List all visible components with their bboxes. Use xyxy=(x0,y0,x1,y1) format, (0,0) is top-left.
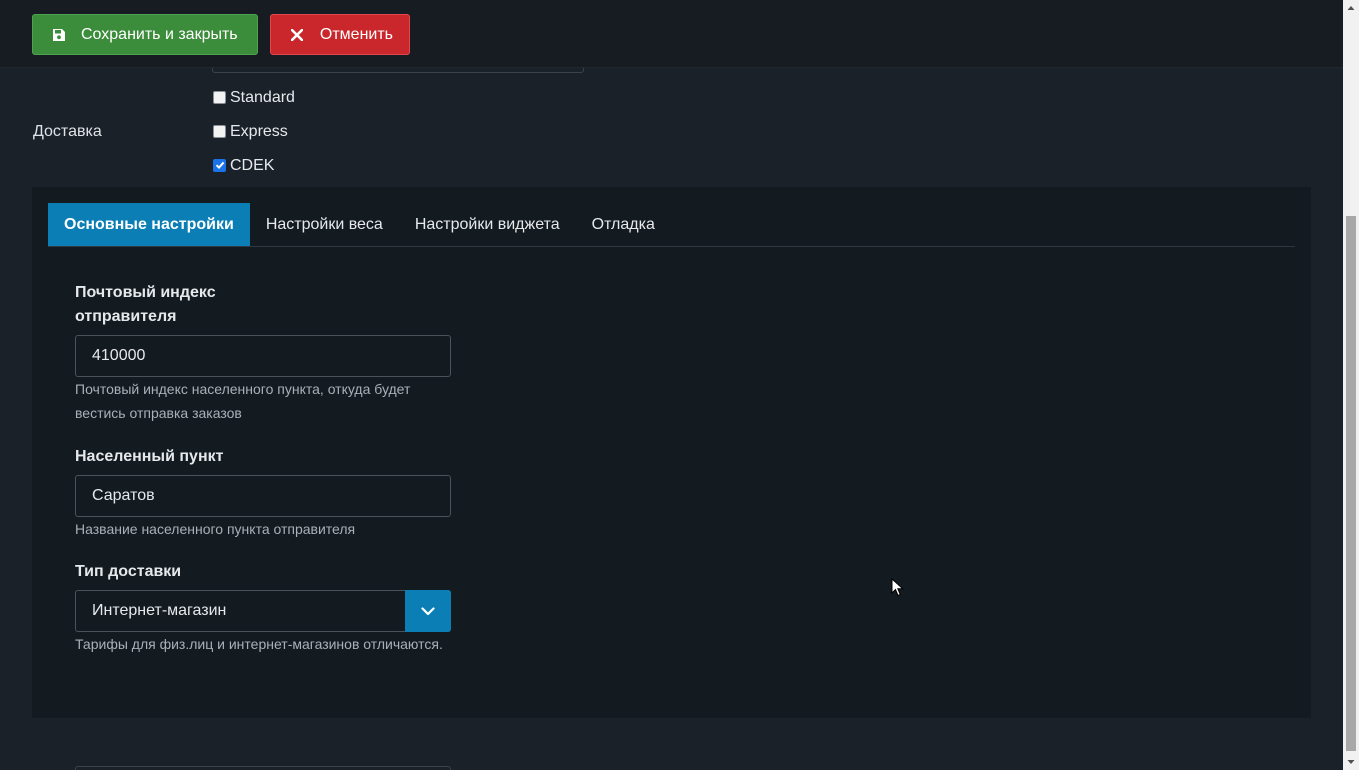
checkbox-standard[interactable] xyxy=(213,90,226,104)
save-icon xyxy=(51,27,67,43)
postcode-label-line1: Почтовый индекс xyxy=(75,284,216,301)
city-label: Населенный пункт xyxy=(75,448,224,465)
delivery-option-label: Standard xyxy=(230,89,295,106)
checkmark-icon xyxy=(215,161,224,170)
tab-debug[interactable]: Отладка xyxy=(576,203,671,246)
dropdown-toggle[interactable] xyxy=(405,590,451,632)
postcode-label-line2: отправителя xyxy=(75,308,177,325)
chevron-down-icon xyxy=(421,606,435,615)
delivery-type-help: Тарифы для физ.лиц и интернет-магазинов … xyxy=(75,636,443,652)
scroll-thumb[interactable] xyxy=(1346,216,1356,751)
delivery-type-select[interactable]: Интернет-магазин xyxy=(75,590,451,632)
delivery-option-standard[interactable]: Standard xyxy=(213,89,295,107)
postcode-label: Почтовый индекс отправителя xyxy=(75,281,216,329)
next-field-edge[interactable] xyxy=(75,766,451,770)
tab-main-settings[interactable]: Основные настройки xyxy=(48,203,250,246)
delivery-label: Доставка xyxy=(33,123,102,140)
toolbar: Сохранить и закрыть Отменить xyxy=(0,0,1343,68)
delivery-type-label: Тип доставки xyxy=(75,563,182,580)
scroll-down-icon[interactable] xyxy=(1343,754,1359,770)
tab-widget-settings[interactable]: Настройки виджета xyxy=(399,203,576,246)
scroll-up-icon[interactable] xyxy=(1343,0,1359,16)
close-icon xyxy=(291,27,304,43)
postcode-help-line1: Почтовый индекс населенного пункта, отку… xyxy=(75,381,411,397)
delivery-option-express[interactable]: Express xyxy=(213,123,288,141)
checkbox-cdek[interactable] xyxy=(213,158,226,172)
delivery-option-label: Express xyxy=(230,123,288,140)
cancel-button[interactable]: Отменить xyxy=(270,14,410,55)
city-input[interactable] xyxy=(75,475,451,517)
postcode-help-line2: вестись отправка заказов xyxy=(75,405,242,421)
delivery-option-cdek[interactable]: CDEK xyxy=(213,157,274,175)
mouse-cursor-icon xyxy=(891,577,905,603)
tab-weight-settings[interactable]: Настройки веса xyxy=(250,203,399,246)
settings-panel: Основные настройки Настройки веса Настро… xyxy=(32,187,1311,718)
tab-bar: Основные настройки Настройки веса Настро… xyxy=(48,203,1295,247)
city-help: Название населенного пункта отправителя xyxy=(75,521,356,537)
delivery-option-label: CDEK xyxy=(230,157,275,174)
postcode-input[interactable] xyxy=(75,335,451,377)
save-button-label: Сохранить и закрыть xyxy=(81,25,238,43)
scrollbar[interactable] xyxy=(1343,0,1359,770)
delivery-type-value: Интернет-магазин xyxy=(92,602,227,619)
checkbox-express[interactable] xyxy=(213,124,226,138)
save-and-close-button[interactable]: Сохранить и закрыть xyxy=(32,14,258,55)
postcode-help: Почтовый индекс населенного пункта, отку… xyxy=(75,377,455,425)
cancel-button-label: Отменить xyxy=(319,25,393,43)
